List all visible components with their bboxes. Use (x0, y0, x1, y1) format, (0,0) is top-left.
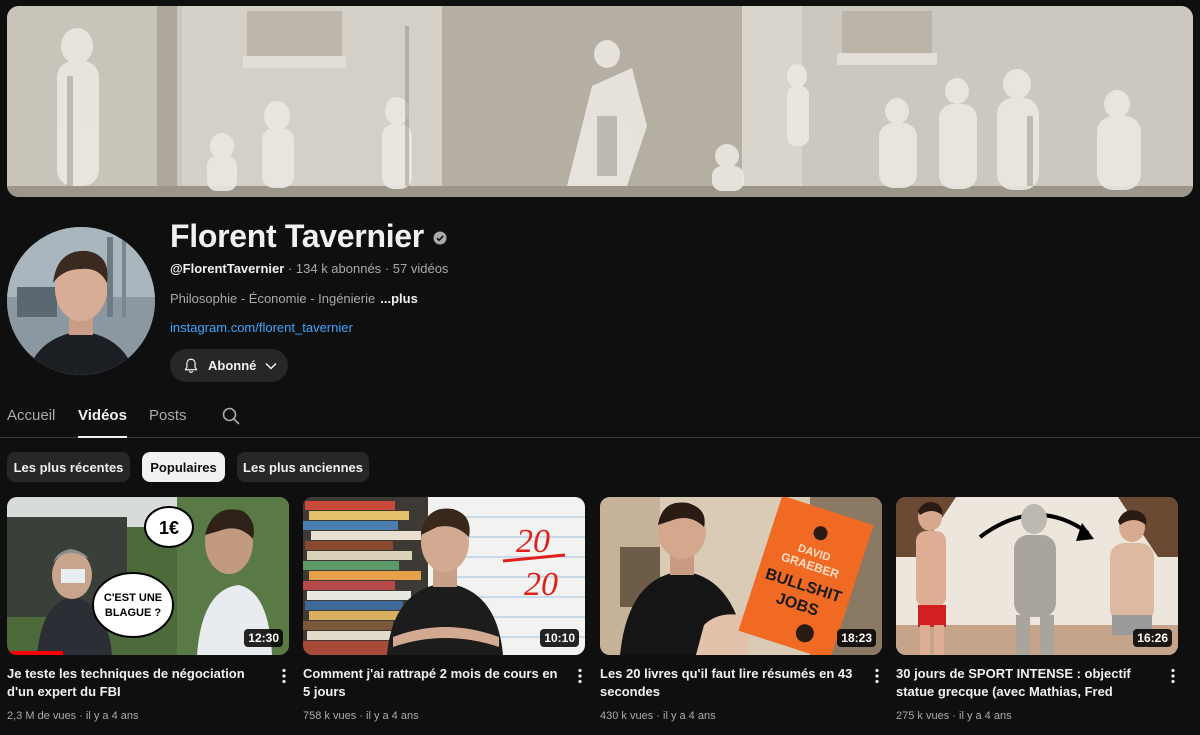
meta-separator: · (384, 261, 390, 276)
video-title[interactable]: Je teste les techniques de négociation d… (7, 665, 267, 701)
verified-icon (433, 231, 447, 245)
more-vert-icon[interactable] (571, 667, 589, 685)
channel-banner (7, 6, 1193, 197)
thumb-text-grade-top: 20 (516, 523, 550, 560)
video-views: 758 k vues (303, 710, 357, 722)
video-meta: 2,3 M de vues · il y a 4 ans (7, 710, 138, 722)
video-duration: 16:26 (1133, 629, 1172, 647)
channel-name: Florent Tavernier (170, 214, 447, 258)
subscribed-label: Abonné (208, 358, 257, 373)
meta-separator: · (359, 710, 363, 722)
video-meta: 430 k vues · il y a 4 ans (600, 710, 716, 722)
video-card[interactable]: 20 20 10:10 Comment j'ai rattrapé 2 mois… (303, 497, 585, 727)
video-age: il y a 4 ans (366, 710, 419, 722)
more-vert-icon[interactable] (1164, 667, 1182, 685)
description-more-link[interactable]: ...plus (380, 291, 418, 306)
video-age: il y a 4 ans (959, 710, 1012, 722)
channel-page: Florent Tavernier @FlorentTavernier · 13… (0, 0, 1200, 735)
channel-description[interactable]: Philosophie - Économie - Ingénierie ...pl… (170, 291, 418, 307)
thumb-text-bubble-line1: C'EST UNE (104, 592, 162, 604)
filter-oldest-chip[interactable]: Les plus anciennes (237, 452, 369, 482)
tab-posts[interactable]: Posts (149, 407, 187, 438)
description-text: Philosophie - Économie - Ingénierie (170, 291, 376, 306)
video-count: 57 vidéos (392, 261, 449, 276)
tab-videos[interactable]: Vidéos (78, 407, 127, 438)
thumb-text-bubble-line2: BLAGUE ? (105, 607, 162, 619)
subscribed-button[interactable]: Abonné (170, 349, 288, 382)
meta-separator: · (287, 261, 293, 276)
channel-handle: @FlorentTavernier (170, 261, 285, 276)
video-duration: 18:23 (837, 629, 876, 647)
meta-separator: · (79, 710, 83, 722)
channel-name-text: Florent Tavernier (170, 217, 424, 254)
filter-recent-chip[interactable]: Les plus récentes (7, 452, 130, 482)
video-age: il y a 4 ans (663, 710, 716, 722)
video-duration: 10:10 (540, 629, 579, 647)
video-card[interactable]: 16:26 30 jours de SPORT INTENSE : object… (896, 497, 1178, 727)
video-thumbnail[interactable]: DAVID GRAEBER BULLSHIT JOBS 18:23 (600, 497, 882, 655)
video-age: il y a 4 ans (85, 710, 139, 722)
filter-popular-chip[interactable]: Populaires (142, 452, 225, 482)
more-vert-icon[interactable] (868, 667, 886, 685)
video-title[interactable]: 30 jours de SPORT INTENSE : objectif sta… (896, 665, 1156, 701)
meta-separator: · (952, 710, 956, 722)
thumb-text-price: 1€ (159, 518, 179, 538)
video-title[interactable]: Les 20 livres qu'il faut lire résumés en… (600, 665, 860, 701)
video-card[interactable]: DAVID GRAEBER BULLSHIT JOBS 18:23 Les 20… (600, 497, 882, 727)
video-thumbnail[interactable]: 20 20 10:10 (303, 497, 585, 655)
channel-external-link[interactable]: instagram.com/florent_tavernier (170, 320, 353, 336)
video-thumbnail[interactable]: 1€ C'EST UNE BLAGUE ? 12:30 (7, 497, 289, 655)
video-card[interactable]: 1€ C'EST UNE BLAGUE ? 12:30 Je teste les… (7, 497, 289, 727)
video-thumbnail[interactable]: 16:26 (896, 497, 1178, 655)
avatar-portrait-image (7, 227, 155, 375)
video-views: 2,3 M de vues (7, 710, 77, 722)
meta-separator: · (656, 710, 660, 722)
video-meta: 275 k vues · il y a 4 ans (896, 710, 1012, 722)
subscriber-count: 134 k abonnés (295, 261, 382, 276)
tab-accueil[interactable]: Accueil (7, 407, 55, 438)
channel-tabs: Accueil Vidéos Posts (0, 400, 1200, 438)
video-title[interactable]: Comment j'ai rattrapé 2 mois de cours en… (303, 665, 563, 701)
more-vert-icon[interactable] (275, 667, 293, 685)
thumb-text-grade-bottom: 20 (524, 566, 558, 603)
video-duration: 12:30 (244, 629, 283, 647)
channel-avatar[interactable] (7, 227, 155, 375)
watch-progress-bar (7, 651, 64, 655)
bell-icon (184, 358, 198, 373)
video-views: 430 k vues (600, 710, 654, 722)
chevron-down-icon (265, 362, 277, 370)
video-views: 275 k vues (896, 710, 950, 722)
channel-meta: @FlorentTavernier · 134 k abonnés · 57 v… (170, 261, 448, 277)
search-icon[interactable] (221, 406, 241, 426)
banner-statues-image (7, 6, 1193, 197)
video-meta: 758 k vues · il y a 4 ans (303, 710, 419, 722)
